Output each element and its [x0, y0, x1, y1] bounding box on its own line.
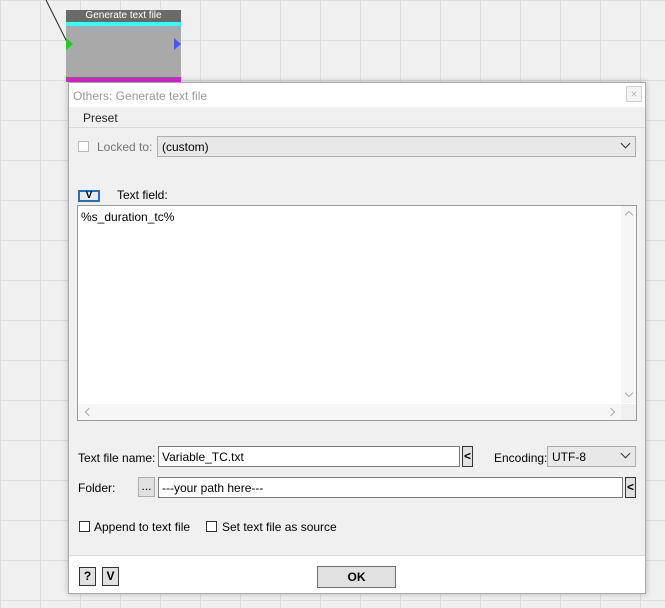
output-port-icon[interactable] [174, 38, 181, 50]
encoding-select[interactable]: UTF-8 [547, 446, 636, 467]
horizontal-scrollbar[interactable] [78, 404, 622, 420]
scroll-down-icon[interactable] [624, 388, 634, 398]
encoding-value: UTF-8 [552, 450, 586, 464]
dialog-titlebar: Others: Generate text file × [69, 83, 645, 107]
set-source-label: Set text file as source [222, 520, 337, 534]
scroll-right-icon[interactable] [606, 407, 616, 417]
arrow-left-icon[interactable]: < [462, 446, 473, 467]
scrollbar-corner [621, 404, 636, 420]
folder-label: Folder: [78, 481, 116, 495]
workflow-node[interactable]: Generate text file [66, 10, 181, 82]
text-file-name-label: Text file name: [78, 451, 156, 465]
close-button[interactable]: × [626, 86, 642, 102]
generate-text-file-dialog: Others: Generate text file × Preset Lock… [68, 82, 646, 594]
text-file-name-value: Variable_TC.txt [162, 450, 244, 464]
text-field-content: %s_duration_tc% [81, 210, 175, 224]
dialog-footer: ? V OK [69, 556, 645, 593]
locked-to-value: (custom) [162, 140, 209, 154]
scroll-up-icon[interactable] [624, 210, 634, 220]
locked-to-checkbox[interactable] [78, 141, 89, 153]
menu-preset[interactable]: Preset [83, 111, 118, 125]
node-title: Generate text file [66, 10, 181, 22]
text-field-textarea[interactable]: %s_duration_tc% [77, 205, 637, 421]
chevron-down-icon [620, 138, 631, 149]
text-field-toggle-button[interactable]: V [78, 190, 100, 202]
append-label: Append to text file [94, 520, 191, 534]
locked-to-label: Locked to: [97, 140, 153, 154]
vertical-scrollbar[interactable] [621, 206, 636, 403]
folder-value: ---your path here--- [162, 481, 264, 495]
text-file-name-input[interactable]: Variable_TC.txt [158, 446, 460, 467]
menu-separator [69, 127, 645, 128]
v-button[interactable]: V [102, 567, 119, 586]
folder-browse-button[interactable]: ... [138, 477, 155, 497]
help-button[interactable]: ? [79, 567, 96, 586]
arrow-left-icon[interactable]: < [625, 477, 636, 498]
set-source-checkbox[interactable] [206, 521, 217, 532]
append-checkbox[interactable] [79, 521, 90, 532]
dialog-title: Others: Generate text file [73, 89, 208, 103]
encoding-label: Encoding: [494, 451, 548, 465]
text-field-label: Text field: [117, 188, 168, 202]
locked-to-select[interactable]: (custom) [157, 136, 636, 157]
scroll-left-icon[interactable] [84, 407, 94, 417]
folder-input[interactable]: ---your path here--- [158, 477, 623, 498]
ok-button[interactable]: OK [317, 566, 396, 588]
input-port-icon[interactable] [66, 38, 73, 50]
close-icon: × [630, 87, 638, 101]
connection-line [45, 0, 69, 45]
chevron-down-icon [620, 448, 631, 459]
node-status-bar [66, 22, 181, 26]
